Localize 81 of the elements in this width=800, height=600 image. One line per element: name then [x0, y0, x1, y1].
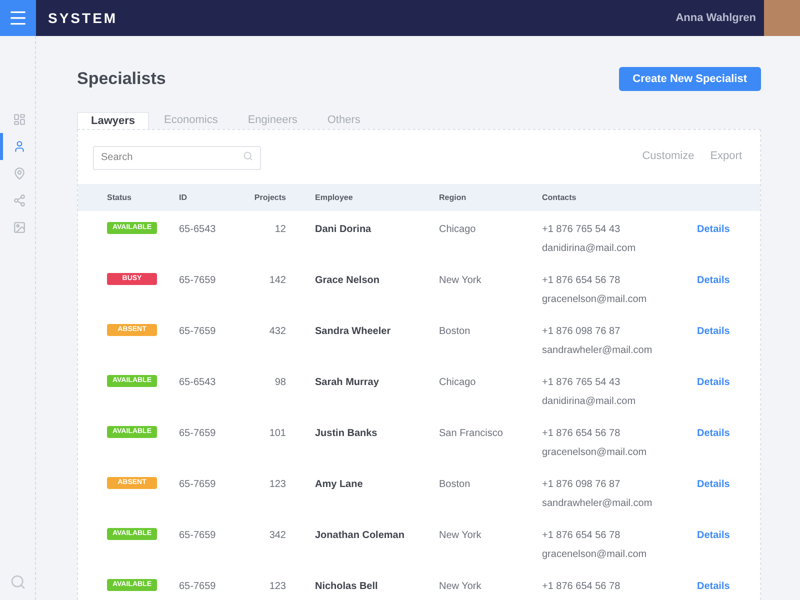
- phone-text: +1 876 654 56 78: [542, 427, 622, 441]
- email-text: sandrawheler@mail.com: [542, 497, 654, 511]
- table-cell-text: San Francisco: [439, 427, 504, 441]
- table-cell-text: 123: [268, 580, 286, 594]
- email-text: gracenelson@mail.com: [542, 293, 648, 307]
- table-cell-text: 65-7659: [179, 274, 217, 288]
- search-icon: [243, 151, 253, 161]
- details-link[interactable]: Details: [697, 426, 730, 441]
- table-cell-text: Boston: [439, 325, 472, 339]
- details-link[interactable]: Details: [697, 579, 730, 594]
- table-cell-text: 98: [274, 376, 286, 390]
- details-link[interactable]: Details: [697, 222, 730, 237]
- column-header: Projects: [253, 192, 286, 204]
- table-cell-text: Grace Nelson: [314, 274, 380, 288]
- table-cell-text: Chicago: [439, 223, 477, 237]
- table-cell-text: 101: [268, 427, 286, 441]
- avatar-placeholder[interactable]: [764, 0, 800, 36]
- column-header: Status: [107, 192, 132, 204]
- toolbar-link[interactable]: Export: [710, 148, 742, 164]
- table-cell-text: 142: [268, 274, 286, 288]
- column-header: Contacts: [542, 192, 578, 204]
- email-text: gracenelson@mail.com: [542, 548, 648, 562]
- share-icon: [12, 194, 26, 207]
- table-cell-text: 65-7659: [179, 529, 217, 543]
- phone-text: +1 876 765 54 43: [542, 223, 622, 237]
- phone-text: +1 876 654 56 78: [542, 529, 622, 543]
- table-cell-text: 65-6543: [179, 376, 217, 390]
- location-pin-icon: [12, 167, 26, 180]
- page-title: Specialists: [77, 68, 166, 90]
- table-cell-text: Sandra Wheeler: [314, 325, 392, 339]
- table-cell-text: 65-7659: [179, 427, 217, 441]
- search-field[interactable]: Search: [93, 146, 261, 170]
- table-cell-text: 12: [274, 223, 286, 237]
- table-cell-text: Chicago: [439, 376, 477, 390]
- column-header: ID: [179, 192, 188, 204]
- toolbar-link[interactable]: Customize: [642, 148, 694, 164]
- create-button[interactable]: Create New Specialist: [618, 66, 761, 91]
- table-cell-text: Sarah Murray: [314, 376, 380, 390]
- table-cell-text: Jonathan Coleman: [314, 529, 406, 543]
- image-icon: [12, 221, 26, 234]
- column-header: Employee: [314, 192, 354, 204]
- tab[interactable]: Others: [312, 112, 376, 129]
- details-link[interactable]: Details: [697, 477, 730, 492]
- table-cell-text: 342: [268, 529, 286, 543]
- table-cell-text: 123: [268, 478, 286, 492]
- user-icon: [12, 140, 26, 153]
- column-header: Region: [439, 192, 468, 204]
- tab[interactable]: Economics: [149, 112, 233, 129]
- search-icon[interactable]: [10, 574, 26, 590]
- tab[interactable]: Lawyers: [77, 112, 150, 129]
- table-cell-text: 432: [268, 325, 286, 339]
- table-cell-text: Amy Lane: [314, 478, 364, 492]
- user-name: Anna Wahlgren: [676, 10, 756, 26]
- menu-button[interactable]: [0, 0, 36, 36]
- email-text: sandrawheler@mail.com: [542, 344, 654, 358]
- table-cell-text: New York: [439, 529, 482, 543]
- phone-text: +1 876 765 54 43: [542, 376, 622, 390]
- phone-text: +1 876 654 56 78: [542, 580, 622, 594]
- table-cell-text: New York: [439, 274, 482, 288]
- table-cell-text: Dani Dorina: [314, 223, 372, 237]
- dashboard-icon: [12, 113, 26, 126]
- phone-text: +1 876 098 76 87: [542, 325, 622, 339]
- app-title: SYSTEM: [48, 8, 118, 28]
- details-link[interactable]: Details: [697, 273, 730, 288]
- table-cell-text: Nicholas Bell: [314, 580, 379, 594]
- tab[interactable]: Engineers: [232, 112, 312, 129]
- details-link[interactable]: Details: [697, 375, 730, 390]
- table-cell-text: New York: [439, 580, 482, 594]
- phone-text: +1 876 654 56 78: [542, 274, 622, 288]
- details-link[interactable]: Details: [697, 324, 730, 339]
- email-text: danidirina@mail.com: [542, 242, 637, 256]
- email-text: gracenelson@mail.com: [542, 446, 648, 460]
- table-cell-text: 65-6543: [179, 223, 217, 237]
- table-cell-text: 65-7659: [179, 325, 217, 339]
- phone-text: +1 876 098 76 87: [542, 478, 622, 492]
- details-link[interactable]: Details: [697, 528, 730, 543]
- email-text: danidirina@mail.com: [542, 395, 637, 409]
- table-cell-text: 65-7659: [179, 478, 217, 492]
- table-cell-text: Boston: [439, 478, 472, 492]
- table-cell-text: Justin Banks: [314, 427, 378, 441]
- table-cell-text: 65-7659: [179, 580, 217, 594]
